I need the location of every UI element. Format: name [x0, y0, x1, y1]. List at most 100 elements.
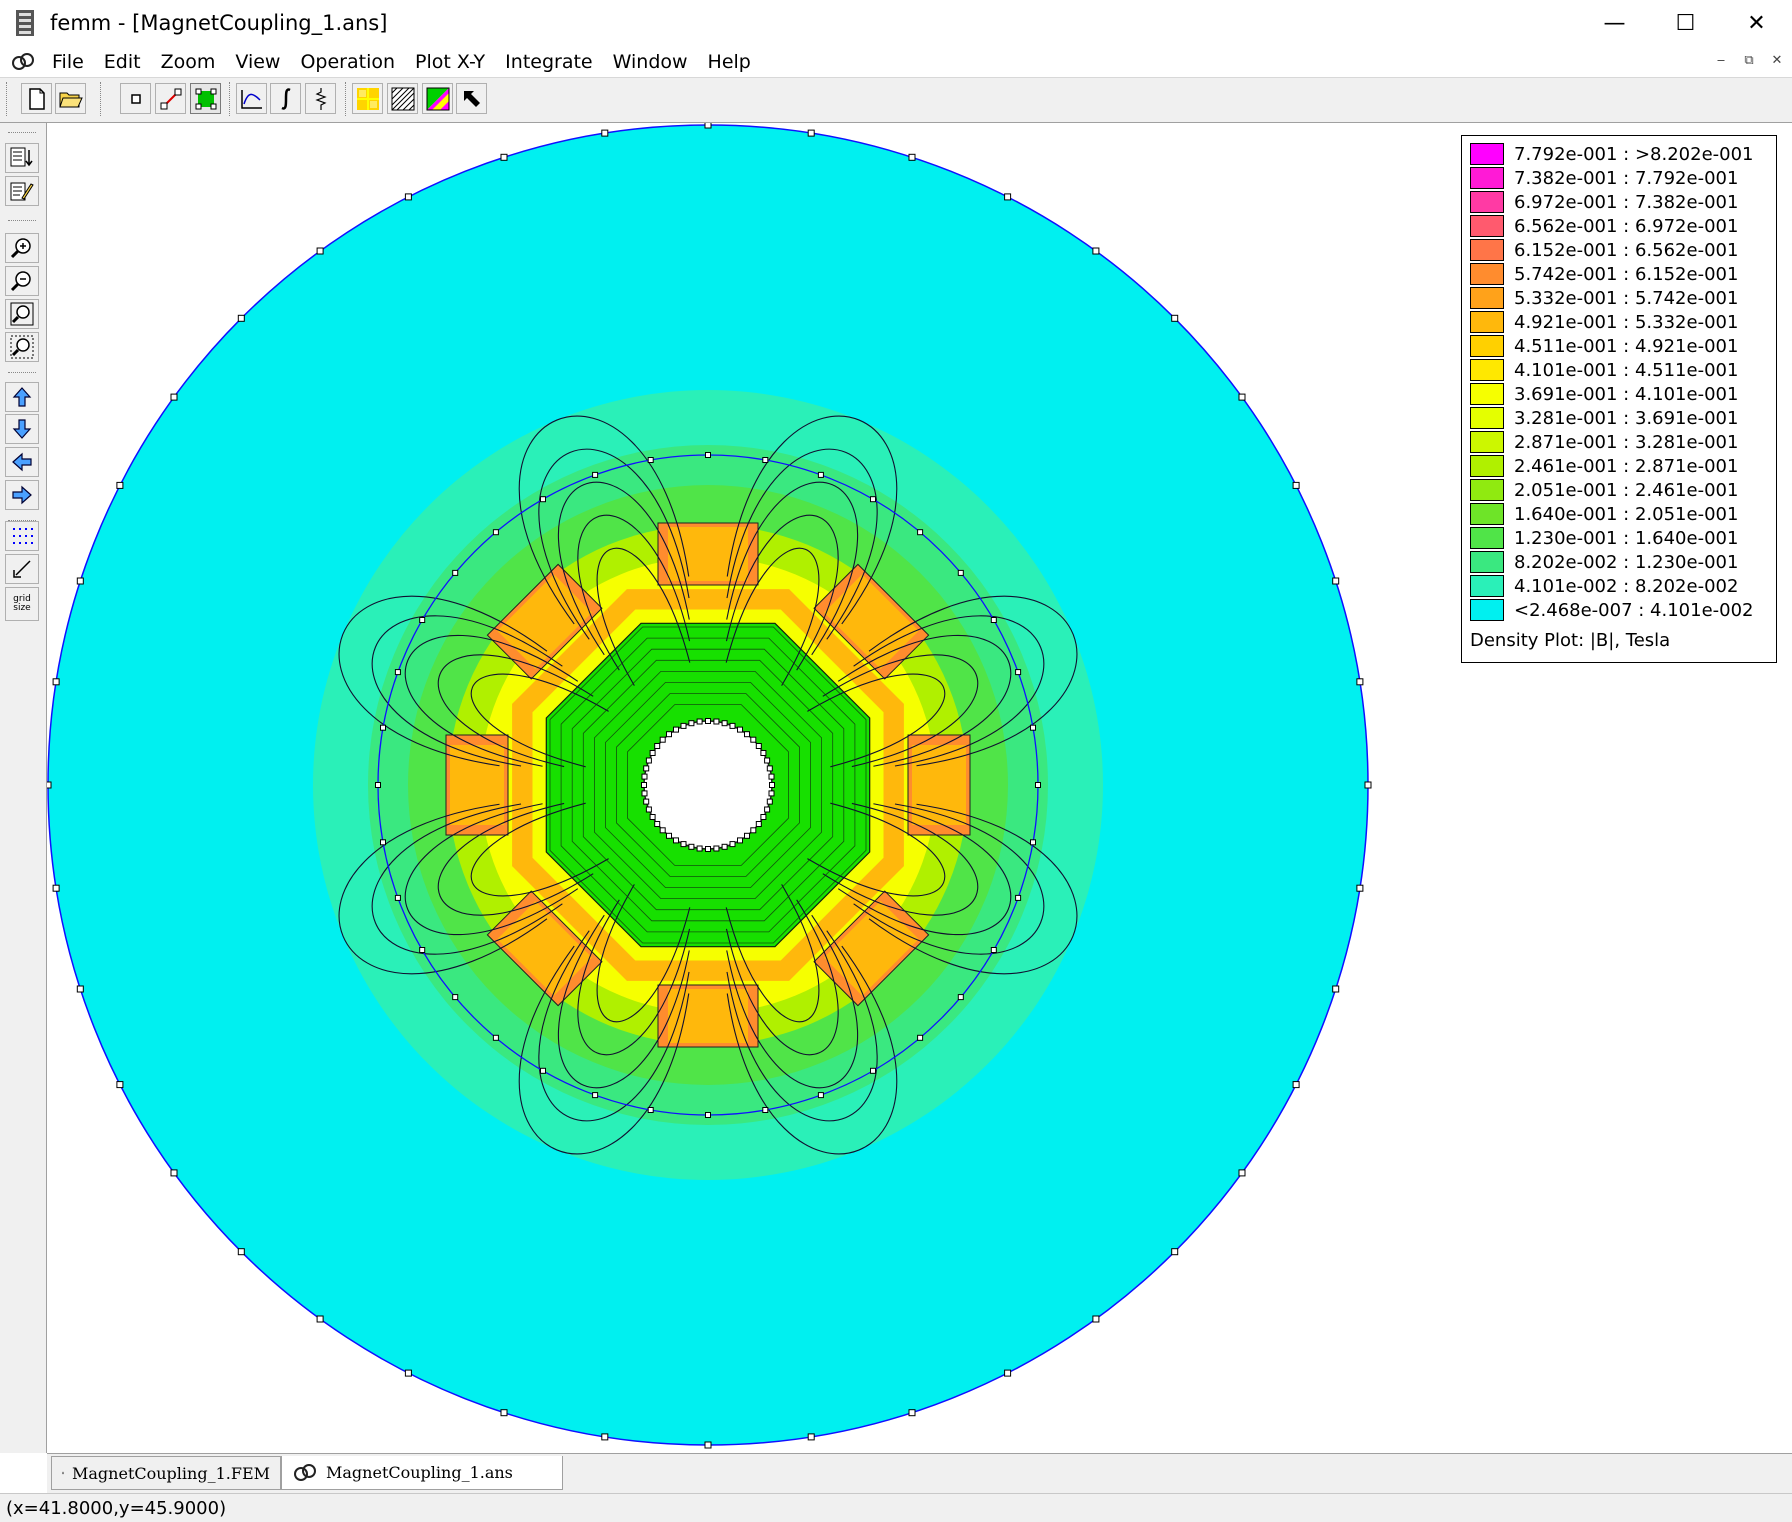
gap-node [918, 530, 923, 535]
shaft-node [745, 732, 750, 737]
shaft-node [745, 833, 750, 838]
gap-node [593, 472, 598, 477]
open-file-button[interactable] [55, 83, 86, 114]
legend-swatch [1470, 287, 1504, 309]
menu-help[interactable]: Help [698, 51, 761, 73]
menu-plot-xy[interactable]: Plot X-Y [405, 51, 495, 73]
legend-entry: 4.921e-001 : 5.332e-001 [1470, 310, 1738, 334]
edit-notes-button[interactable] [5, 176, 39, 206]
maximize-button[interactable]: ☐ [1650, 0, 1721, 46]
plot-xy-button[interactable] [236, 83, 267, 114]
segment-mode-button[interactable] [155, 83, 186, 114]
title-bar: femm - [MagnetCoupling_1.ans] — ☐ ✕ [0, 0, 1792, 46]
menu-file[interactable]: File [42, 51, 94, 73]
zoom-natural-button[interactable] [5, 299, 39, 329]
boundary-node [317, 1316, 323, 1322]
shaft-node [667, 732, 672, 737]
mdi-close-button[interactable]: ✕ [1766, 50, 1788, 70]
menu-window[interactable]: Window [603, 51, 698, 73]
legend-label: 3.281e-001 : 3.691e-001 [1514, 408, 1738, 429]
zoom-in-button[interactable] [5, 233, 39, 263]
gap-node [381, 725, 386, 730]
legend-swatch [1470, 527, 1504, 549]
pan-up-icon [12, 386, 32, 408]
shaft-node [650, 815, 655, 820]
grid-size-button[interactable]: grid size [5, 587, 39, 621]
menu-operation[interactable]: Operation [290, 51, 405, 73]
pan-right-button[interactable] [5, 480, 39, 510]
menu-edit[interactable]: Edit [94, 51, 151, 73]
legend-swatch [1470, 263, 1504, 285]
shaft-node [738, 727, 743, 732]
legend-entry: 1.230e-001 : 1.640e-001 [1470, 526, 1738, 550]
legend-swatch [1470, 359, 1504, 381]
gap-node [493, 1035, 498, 1040]
tab-fem-file[interactable]: MagnetCoupling_1.FEM [51, 1456, 281, 1490]
legend-entry: 6.152e-001 : 6.562e-001 [1470, 238, 1738, 262]
gap-node [706, 1113, 711, 1118]
shaft-node [650, 751, 655, 756]
pan-down-button[interactable] [5, 414, 39, 444]
shaft-node [642, 791, 647, 796]
legend-label: 2.051e-001 : 2.461e-001 [1514, 480, 1738, 501]
shaft-node [770, 783, 775, 788]
circuit-props-button[interactable] [305, 83, 336, 114]
zoom-out-button[interactable] [5, 266, 39, 296]
zoom-window-button[interactable] [5, 332, 39, 362]
shaft-node [761, 815, 766, 820]
menu-bar: File Edit Zoom View Operation Plot X-Y I… [0, 46, 1792, 78]
boundary-node [1333, 986, 1339, 992]
point-mode-icon [129, 92, 143, 106]
shaft-node [722, 844, 727, 849]
boundary-node [1093, 248, 1099, 254]
open-file-icon [59, 89, 83, 109]
snap-grid-button[interactable] [5, 554, 39, 584]
show-grid-button[interactable] [5, 521, 39, 551]
point-mode-button[interactable] [120, 83, 151, 114]
gap-node [871, 1068, 876, 1073]
pan-left-button[interactable] [5, 447, 39, 477]
tab-ans-label: MagnetCoupling_1.ans [326, 1463, 513, 1482]
integrate-button[interactable] [270, 83, 301, 114]
pan-right-icon [11, 485, 33, 505]
shaft-node [738, 838, 743, 843]
contour-plot-button[interactable] [387, 83, 418, 114]
results-view-button[interactable] [5, 143, 39, 173]
mdi-minimize-button[interactable]: ‒ [1710, 50, 1732, 70]
menu-zoom[interactable]: Zoom [151, 51, 226, 73]
minimize-button[interactable]: — [1579, 0, 1650, 46]
new-file-button[interactable] [21, 83, 52, 114]
boundary-node [501, 1410, 507, 1416]
legend-entry: 4.511e-001 : 4.921e-001 [1470, 334, 1738, 358]
legend-swatch [1470, 215, 1504, 237]
shaft-node [767, 766, 772, 771]
gap-node [958, 995, 963, 1000]
legend-swatch [1470, 503, 1504, 525]
smooth-button[interactable] [352, 83, 383, 114]
model-canvas[interactable]: 7.792e-001 : >8.202e-0017.382e-001 : 7.7… [47, 123, 1792, 1453]
boundary-node [238, 1249, 244, 1255]
shaft-node [697, 846, 702, 851]
legend-entry: 7.382e-001 : 7.792e-001 [1470, 166, 1738, 190]
tab-ans-file[interactable]: MagnetCoupling_1.ans [281, 1456, 563, 1490]
shaft-node [681, 842, 686, 847]
legend-swatch [1470, 383, 1504, 405]
block-mode-button[interactable] [190, 83, 221, 114]
pan-up-button[interactable] [5, 382, 39, 412]
ans-doc-icon [292, 1463, 318, 1483]
shaft-node [697, 719, 702, 724]
boundary-node [705, 1442, 711, 1448]
density-plot-button[interactable] [422, 83, 453, 114]
postprocessor-doc-icon[interactable] [10, 51, 36, 73]
mdi-restore-button[interactable]: ⧉ [1738, 50, 1760, 70]
menu-view[interactable]: View [225, 51, 290, 73]
gap-node [706, 453, 711, 458]
close-button[interactable]: ✕ [1721, 0, 1792, 46]
boundary-node [53, 679, 59, 685]
shaft-node [667, 833, 672, 838]
fem-doc-icon [62, 1462, 64, 1484]
shaft-node [646, 758, 651, 763]
menu-integrate[interactable]: Integrate [495, 51, 602, 73]
pointer-button[interactable] [456, 83, 487, 114]
legend-swatch [1470, 551, 1504, 573]
